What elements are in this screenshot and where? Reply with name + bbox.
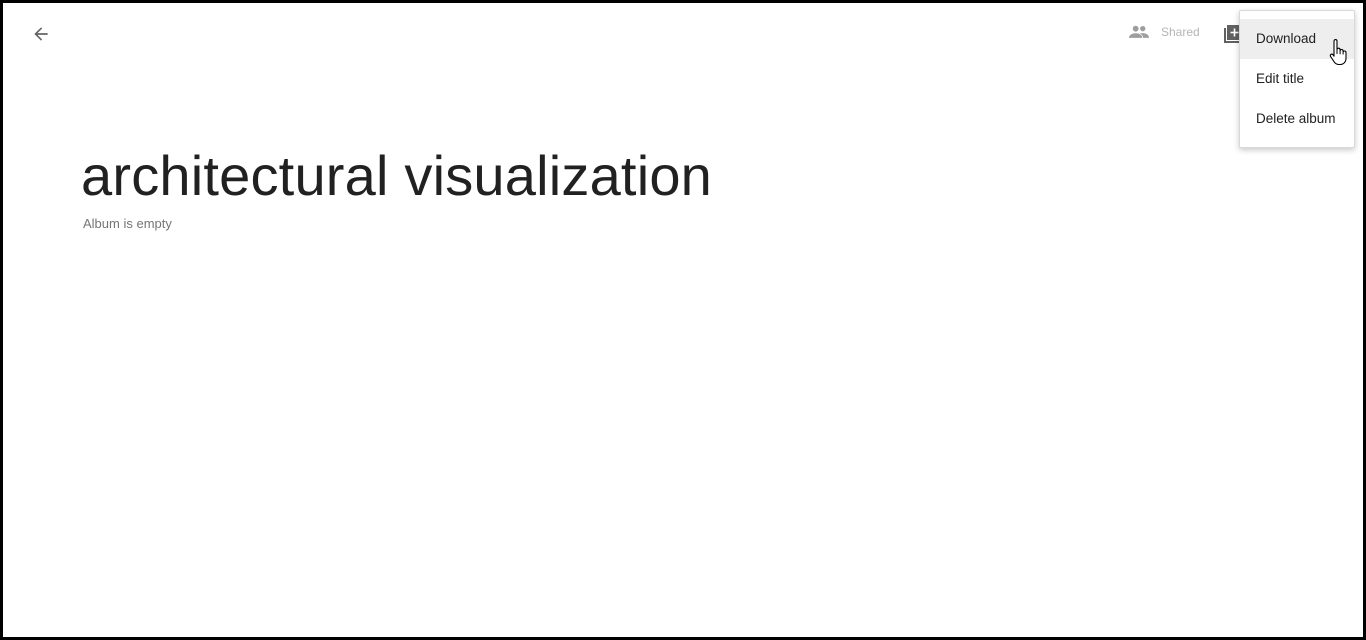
album-options-menu: Download Edit title Delete album [1239, 10, 1355, 148]
menu-item-edit-title[interactable]: Edit title [1240, 59, 1354, 99]
back-button[interactable] [27, 20, 55, 48]
shared-label: Shared [1161, 25, 1200, 39]
app-window: Shared architectural visualization Album… [0, 0, 1366, 640]
people-icon [1129, 25, 1149, 38]
shared-indicator[interactable]: Shared [1129, 25, 1200, 39]
arrow-left-icon [34, 27, 48, 41]
menu-item-delete-album[interactable]: Delete album [1240, 99, 1354, 139]
album-title: architectural visualization [81, 144, 713, 207]
album-empty-status: Album is empty [83, 216, 172, 231]
hand-pointer-cursor-icon [1329, 39, 1347, 65]
